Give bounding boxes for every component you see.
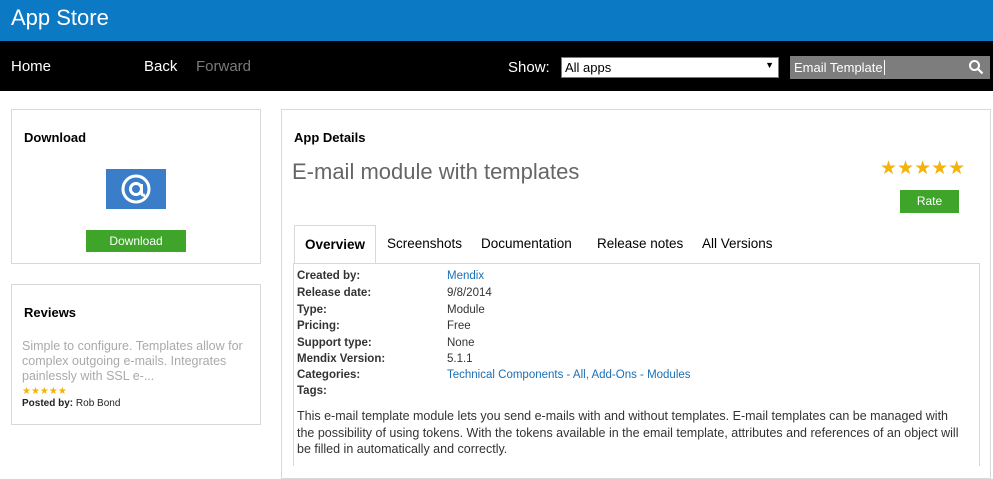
search-icon[interactable] xyxy=(968,59,984,78)
app-description: This e-mail template module lets you sen… xyxy=(297,409,959,456)
support-type-value: None xyxy=(447,337,475,349)
rate-button[interactable]: Rate xyxy=(900,190,959,213)
review-text[interactable]: Simple to configure. Templates allow for… xyxy=(22,339,254,384)
nav-bar: Home Back Forward Show: All apps ▼ Email… xyxy=(0,41,993,91)
title-bar: App Store xyxy=(0,0,993,41)
chevron-down-icon: ▼ xyxy=(765,60,774,70)
posted-by-name: Rob Bond xyxy=(75,398,121,409)
reviews-heading: Reviews xyxy=(24,305,77,320)
pricing-label: Pricing: xyxy=(297,320,340,332)
tab-screenshots[interactable]: Screenshots xyxy=(387,225,462,264)
mendix-version-value: 5.1.1 xyxy=(447,353,473,365)
review-rating-stars: ★★★★★ xyxy=(22,386,67,397)
back-link[interactable]: Back xyxy=(144,58,177,75)
show-select-value: All apps xyxy=(565,60,612,75)
search-input-value: Email Template xyxy=(794,60,885,75)
app-title: App Store xyxy=(11,5,109,30)
created-by-label: Created by: xyxy=(297,270,361,282)
review-author: Posted by: Rob Bond xyxy=(22,398,120,409)
type-value: Module xyxy=(447,304,485,316)
forward-link[interactable]: Forward xyxy=(196,58,251,75)
categories-label: Categories: xyxy=(297,369,361,381)
posted-by-label: Posted by: xyxy=(22,398,74,409)
download-button[interactable]: Download xyxy=(86,230,186,252)
categories-value[interactable]: Technical Components - All, Add-Ons - Mo… xyxy=(447,369,691,381)
tab-release-notes[interactable]: Release notes xyxy=(597,225,683,264)
show-label: Show: xyxy=(508,59,550,76)
pricing-value: Free xyxy=(447,320,471,332)
mendix-version-label: Mendix Version: xyxy=(297,353,386,365)
show-select[interactable]: All apps ▼ xyxy=(561,57,779,78)
created-by-value[interactable]: Mendix xyxy=(447,270,484,282)
release-date-value: 9/8/2014 xyxy=(447,287,492,299)
support-type-label: Support type: xyxy=(297,337,372,349)
app-name: E-mail module with templates xyxy=(292,159,580,184)
tab-documentation[interactable]: Documentation xyxy=(481,225,572,264)
app-rating-stars: ★★★★★ xyxy=(880,158,966,179)
download-heading: Download xyxy=(24,130,87,145)
at-sign-icon xyxy=(106,169,166,209)
home-link[interactable]: Home xyxy=(11,58,51,75)
release-date-label: Release date: xyxy=(297,287,372,299)
tab-all-versions[interactable]: All Versions xyxy=(702,225,773,264)
app-details-heading: App Details xyxy=(294,130,366,145)
tab-overview[interactable]: Overview xyxy=(294,225,377,264)
type-label: Type: xyxy=(297,304,327,316)
tags-label: Tags: xyxy=(297,385,327,397)
search-input[interactable]: Email Template xyxy=(790,56,990,79)
